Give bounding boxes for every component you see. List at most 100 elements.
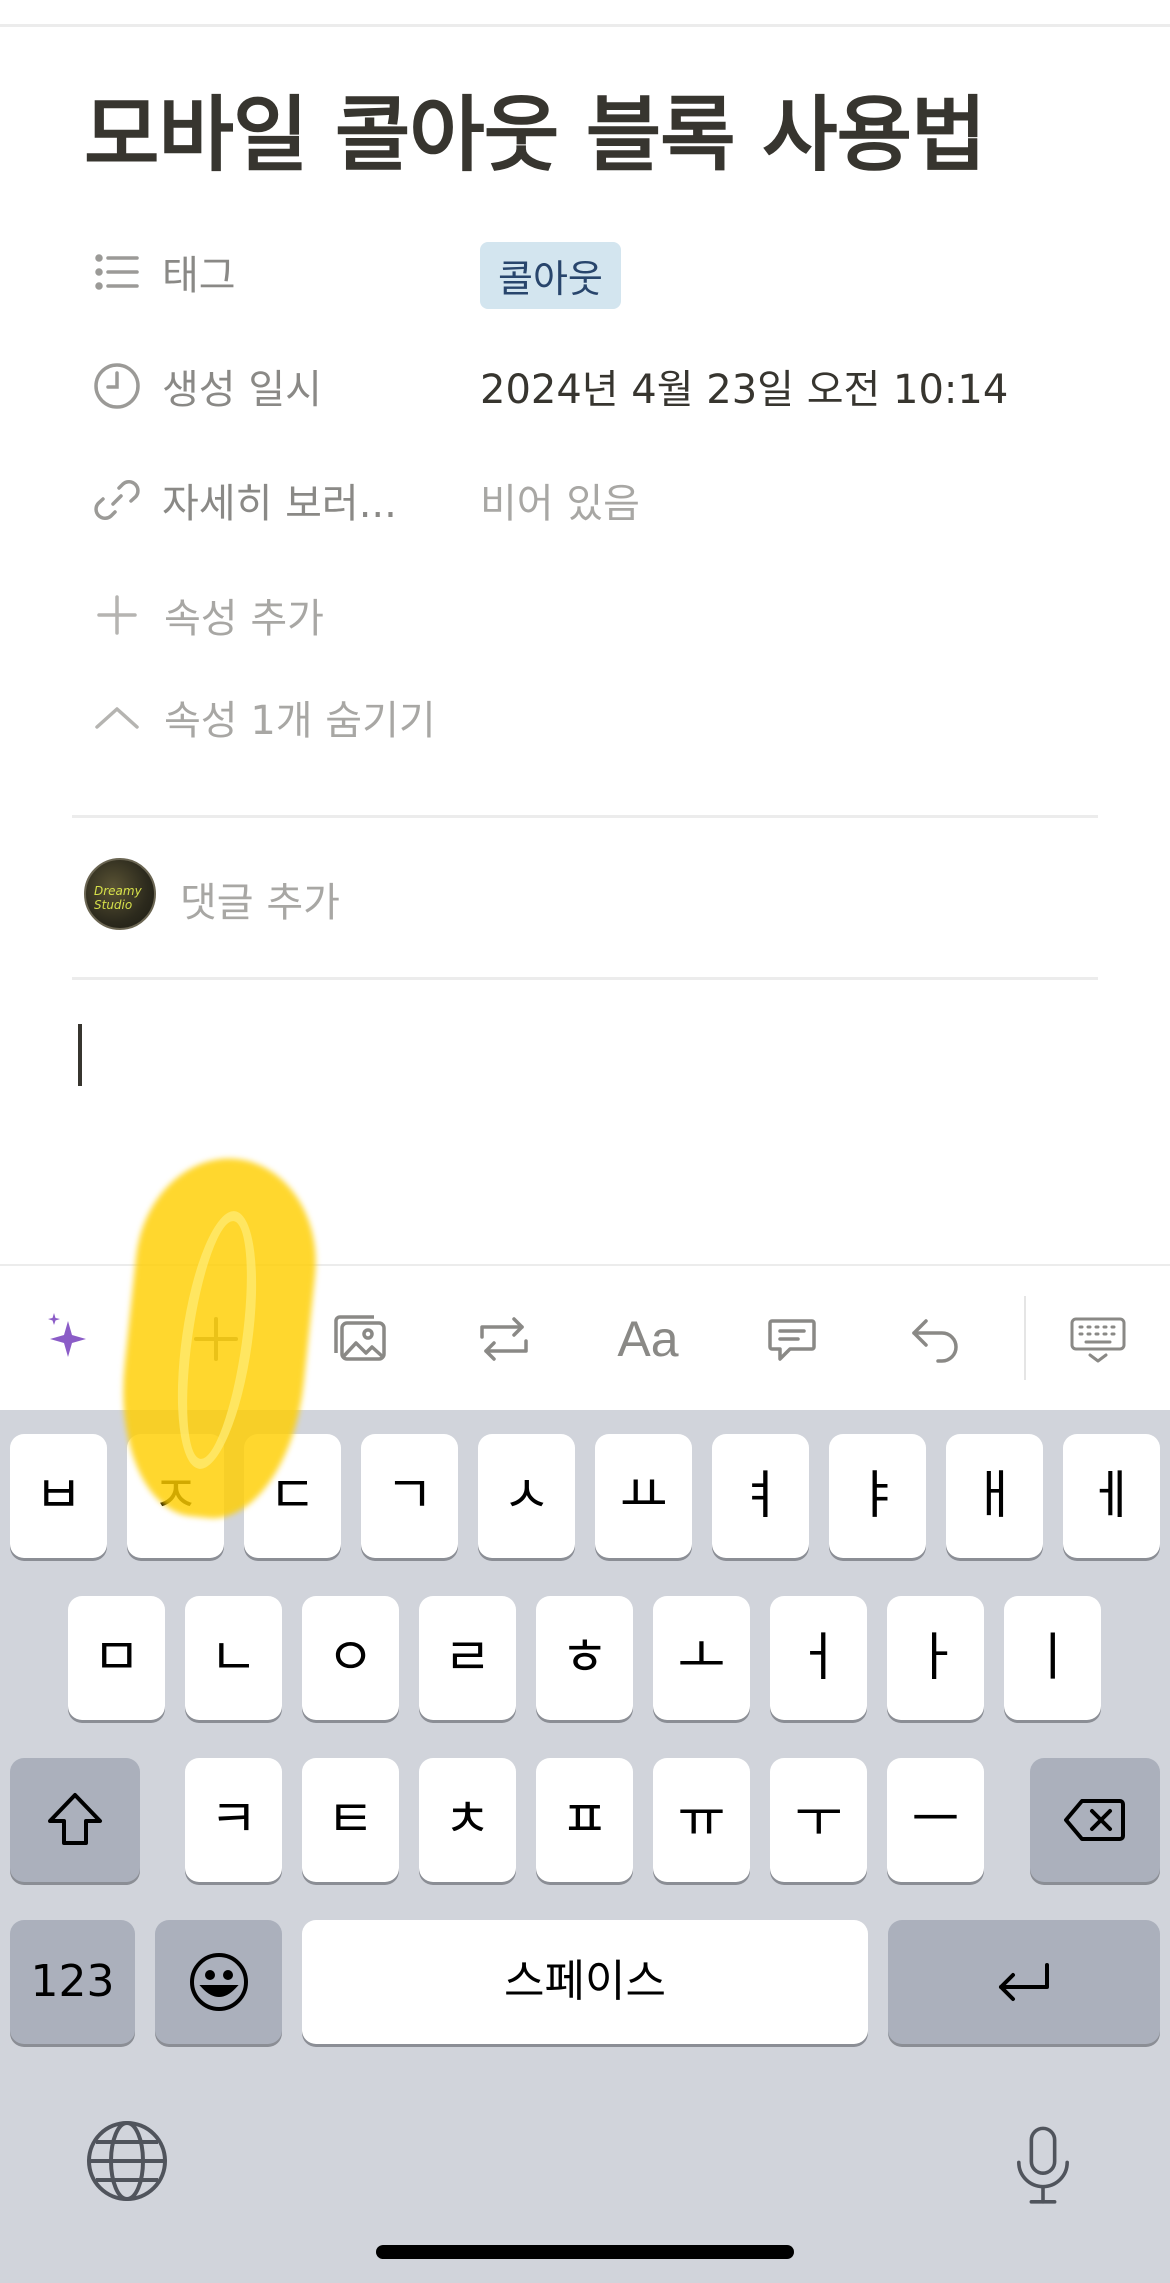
- property-value-empty[interactable]: 비어 있음: [480, 471, 640, 529]
- insert-block-button[interactable]: [166, 1266, 266, 1412]
- add-property-button[interactable]: 속성 추가: [88, 580, 324, 650]
- key-label: ㅈ: [151, 1466, 200, 1526]
- emoji-icon: [189, 1953, 248, 2011]
- key-label: ㅜ: [794, 1790, 843, 1850]
- avatar-text: Dreamy Studio: [94, 884, 142, 912]
- space-key-label: 스페이스: [504, 1956, 666, 2007]
- property-label: 태그: [162, 253, 236, 299]
- dictation-button[interactable]: [1000, 2118, 1086, 2214]
- key-label: ㅛ: [619, 1466, 668, 1526]
- tag-chip[interactable]: 콜아웃: [480, 242, 621, 309]
- key[interactable]: ㄹ: [419, 1596, 516, 1720]
- key-label: ㅐ: [970, 1466, 1019, 1526]
- property-label: 생성 일시: [162, 367, 322, 413]
- backspace-icon: [1064, 1799, 1125, 1841]
- key[interactable]: ㅍ: [536, 1758, 633, 1882]
- key[interactable]: ㄴ: [185, 1596, 282, 1720]
- text-style-button[interactable]: Aa: [598, 1266, 698, 1412]
- key-label: ㅍ: [560, 1790, 609, 1850]
- backspace-key[interactable]: [1030, 1758, 1160, 1882]
- key-label: ㅓ: [794, 1628, 843, 1688]
- key[interactable]: ㅇ: [302, 1596, 399, 1720]
- property-row-tags[interactable]: 태그 콜아웃: [88, 232, 1098, 312]
- property-row-created-time[interactable]: 생성 일시 2024년 4월 23일 오전 10:14: [88, 346, 1098, 426]
- emoji-key[interactable]: [155, 1920, 282, 2044]
- key-label: ㅠ: [677, 1790, 726, 1850]
- text-cursor: [78, 1024, 82, 1086]
- top-divider: [0, 24, 1170, 27]
- key[interactable]: ㅡ: [887, 1758, 984, 1882]
- add-property-label: 속성 추가: [164, 596, 324, 642]
- list-icon: [88, 243, 146, 301]
- comment-placeholder[interactable]: 댓글 추가: [180, 870, 340, 928]
- key-label: ㅎ: [560, 1628, 609, 1688]
- numbers-key-label: 123: [30, 1956, 115, 2007]
- key[interactable]: ㅣ: [1004, 1596, 1101, 1720]
- key-label: ㄹ: [443, 1628, 492, 1688]
- key[interactable]: ㅊ: [419, 1758, 516, 1882]
- key-label: ㅑ: [853, 1466, 902, 1526]
- key-label: ㅡ: [911, 1790, 960, 1850]
- key[interactable]: ㅁ: [68, 1596, 165, 1720]
- key-label: ㅕ: [736, 1466, 785, 1526]
- key[interactable]: ㅂ: [10, 1434, 107, 1558]
- hide-properties-button[interactable]: 속성 1개 숨기기: [88, 682, 436, 752]
- property-row-url[interactable]: 자세히 보러... 비어 있음: [88, 460, 1098, 540]
- image-icon: [334, 1315, 386, 1361]
- key[interactable]: ㅔ: [1063, 1434, 1160, 1558]
- key[interactable]: ㅠ: [653, 1758, 750, 1882]
- key[interactable]: ㅗ: [653, 1596, 750, 1720]
- key[interactable]: ㅋ: [185, 1758, 282, 1882]
- key-label: ㅣ: [1028, 1628, 1077, 1688]
- return-icon: [999, 1963, 1049, 2001]
- space-key[interactable]: 스페이스: [302, 1920, 868, 2044]
- key-label: ㅊ: [443, 1790, 492, 1850]
- key[interactable]: ㅑ: [829, 1434, 926, 1558]
- key[interactable]: ㅅ: [478, 1434, 575, 1558]
- plus-icon: [194, 1317, 238, 1361]
- key[interactable]: ㅛ: [595, 1434, 692, 1558]
- image-button[interactable]: [310, 1266, 410, 1412]
- hide-properties-label: 속성 1개 숨기기: [164, 698, 436, 744]
- key[interactable]: ㅈ: [127, 1434, 224, 1558]
- key-label: ㅔ: [1087, 1466, 1136, 1526]
- chevron-up-icon: [88, 688, 146, 746]
- key[interactable]: ㄱ: [361, 1434, 458, 1558]
- ai-button[interactable]: [22, 1266, 122, 1412]
- plus-icon: [88, 586, 146, 644]
- link-icon: [88, 471, 146, 529]
- comment-icon: [768, 1319, 816, 1361]
- globe-button[interactable]: [84, 2118, 170, 2204]
- key[interactable]: ㅓ: [770, 1596, 867, 1720]
- turn-into-icon: [480, 1317, 528, 1361]
- turn-into-button[interactable]: [454, 1266, 554, 1412]
- toolbar-separator: [1024, 1296, 1026, 1380]
- hide-keyboard-button[interactable]: [1048, 1266, 1148, 1412]
- key[interactable]: ㅎ: [536, 1596, 633, 1720]
- page-title[interactable]: 모바일 콜아웃 블록 사용법: [84, 68, 986, 187]
- keyboard-hide-icon: [1070, 1317, 1126, 1363]
- key-label: ㄷ: [268, 1466, 317, 1526]
- key-label: ㅂ: [34, 1466, 83, 1526]
- clock-icon: [88, 357, 146, 415]
- undo-button[interactable]: [886, 1266, 986, 1412]
- comment-button[interactable]: [742, 1266, 842, 1412]
- key[interactable]: ㅐ: [946, 1434, 1043, 1558]
- key-label: ㅌ: [326, 1790, 375, 1850]
- key-label: ㅁ: [92, 1628, 141, 1688]
- key-label: ㅗ: [677, 1628, 726, 1688]
- key[interactable]: ㄷ: [244, 1434, 341, 1558]
- key[interactable]: ㅏ: [887, 1596, 984, 1720]
- key-label: ㅇ: [326, 1628, 375, 1688]
- property-label: 자세히 보러...: [162, 481, 397, 527]
- key[interactable]: ㅜ: [770, 1758, 867, 1882]
- numbers-key[interactable]: 123: [10, 1920, 135, 2044]
- shift-key[interactable]: [10, 1758, 140, 1882]
- key[interactable]: ㅕ: [712, 1434, 809, 1558]
- text-style-label: Aa: [617, 1311, 679, 1367]
- key[interactable]: ㅌ: [302, 1758, 399, 1882]
- return-key[interactable]: [888, 1920, 1160, 2044]
- avatar: Dreamy Studio: [84, 858, 156, 930]
- key-label: ㅋ: [209, 1790, 258, 1850]
- key-label: ㅏ: [911, 1628, 960, 1688]
